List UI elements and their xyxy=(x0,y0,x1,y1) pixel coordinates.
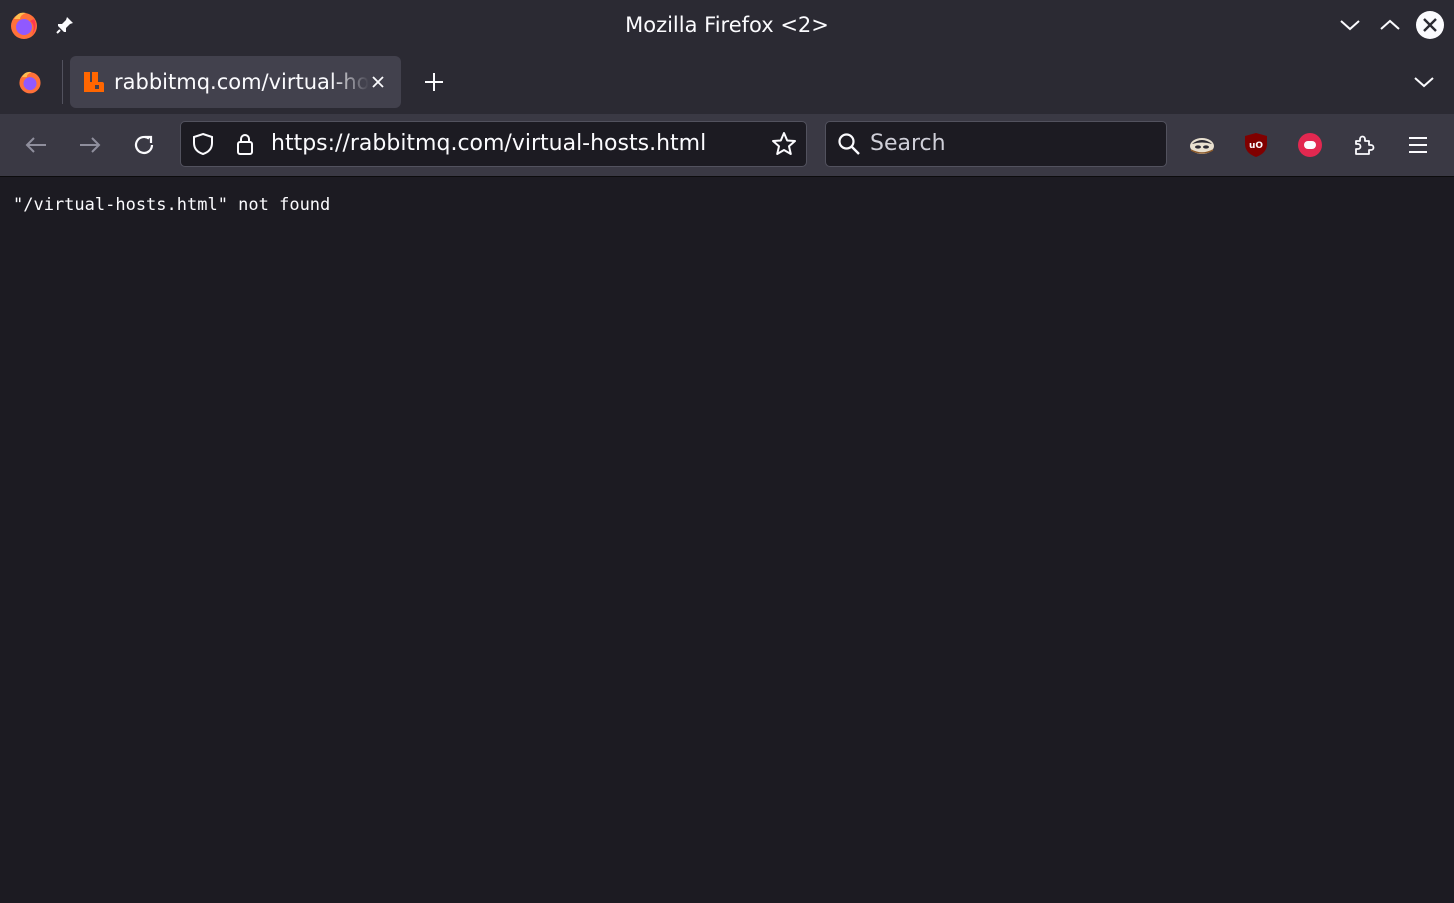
search-icon xyxy=(836,131,862,157)
window-titlebar: Mozilla Firefox <2> xyxy=(0,0,1454,50)
tab-title: rabbitmq.com/virtual-hosts.html xyxy=(114,70,369,94)
window-title: Mozilla Firefox <2> xyxy=(625,13,829,37)
close-window-icon[interactable] xyxy=(1414,0,1446,50)
tab-separator xyxy=(62,60,63,104)
firefox-view-icon[interactable] xyxy=(14,66,46,98)
ublock-origin-icon[interactable]: uO xyxy=(1238,127,1274,163)
minimize-chevron-down-icon[interactable] xyxy=(1336,0,1364,50)
maximize-chevron-up-icon[interactable] xyxy=(1376,0,1404,50)
red-toggle-extension-icon[interactable] xyxy=(1292,127,1328,163)
url-text: https://rabbitmq.com/virtual-hosts.html xyxy=(271,131,707,156)
hamburger-menu-icon[interactable] xyxy=(1400,127,1436,163)
search-placeholder: Search xyxy=(870,131,946,156)
tab-strip: rabbitmq.com/virtual-hosts.html xyxy=(0,50,1454,114)
privacy-badger-icon[interactable] xyxy=(1184,127,1220,163)
extensions-puzzle-icon[interactable] xyxy=(1346,127,1382,163)
tracking-protection-shield-icon[interactable] xyxy=(189,130,217,158)
lock-icon[interactable] xyxy=(231,130,259,158)
page-content: "/virtual-hosts.html" not found xyxy=(0,177,1454,903)
tab-rabbitmq[interactable]: rabbitmq.com/virtual-hosts.html xyxy=(70,56,401,108)
reload-icon[interactable] xyxy=(126,127,162,163)
list-all-tabs-chevron-icon[interactable] xyxy=(1406,66,1442,98)
forward-arrow-icon[interactable] xyxy=(72,127,108,163)
new-tab-plus-icon[interactable] xyxy=(418,66,450,98)
url-bar[interactable]: https://rabbitmq.com/virtual-hosts.html xyxy=(180,121,807,167)
search-bar[interactable]: Search xyxy=(825,121,1167,167)
navigation-toolbar: https://rabbitmq.com/virtual-hosts.html … xyxy=(0,114,1454,177)
not-found-message: "/virtual-hosts.html" not found xyxy=(13,195,331,215)
rabbitmq-favicon-icon xyxy=(82,70,106,94)
close-tab-icon[interactable] xyxy=(366,70,390,94)
back-arrow-icon[interactable] xyxy=(18,127,54,163)
bookmark-star-icon[interactable] xyxy=(769,130,799,158)
svg-text:uO: uO xyxy=(1249,141,1263,151)
